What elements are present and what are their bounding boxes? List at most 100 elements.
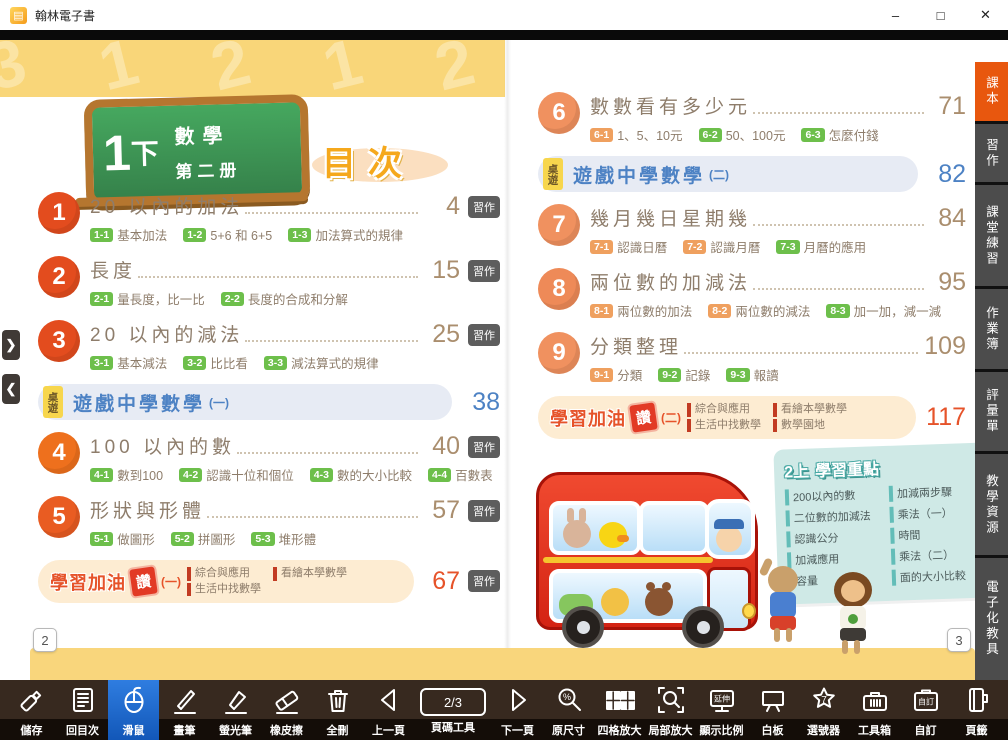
toc-section[interactable]: 4-2認識十位和個位 <box>179 465 294 484</box>
ebook-canvas: 31212 ❯ ❮ 1 下 數學 第二册 目次 120 以內的加法4習作1-1基… <box>0 40 1008 680</box>
toc-chapter-8[interactable]: 8兩位數的加減法958-1兩位數的加法8-2兩位數的減法8-3加一加，減一減 <box>538 268 966 320</box>
toc-boardgame[interactable]: 桌遊遊戲中學數學(一)38 <box>38 384 500 420</box>
maximize-button[interactable]: □ <box>918 0 963 30</box>
toc-review[interactable]: 學習加油讚(一)綜合與應用看繪本學數學生活中找數學67習作 <box>38 560 500 603</box>
toc-section[interactable]: 4-1數到100 <box>90 465 163 484</box>
section-number-badge: 1-2 <box>183 228 206 242</box>
toc-section[interactable]: 6-11、5、10元 <box>590 125 683 144</box>
section-number-badge: 4-4 <box>428 468 451 482</box>
tool-usb[interactable]: 儲存 <box>6 680 57 740</box>
toc-section[interactable]: 7-3月曆的應用 <box>776 237 866 256</box>
close-button[interactable]: ✕ <box>963 0 1008 30</box>
sidebar-tab-6[interactable]: 教學資源 <box>975 454 1008 555</box>
toc-chapter-6[interactable]: 6數數看有多少元716-11、5、10元6-250、100元6-3怎麼付錢 <box>538 92 966 144</box>
toc-chapter-9[interactable]: 9分類整理1099-1分類9-2記錄9-3報讀 <box>538 332 966 384</box>
section-label: 1、5、10元 <box>617 125 682 144</box>
toc-chapter-3[interactable]: 320 以內的減法25習作3-1基本減法3-2比比看3-3減法算式的規律 <box>38 320 500 372</box>
tool-next[interactable]: 下一頁 <box>492 680 543 740</box>
workbook-badge[interactable]: 習作 <box>468 570 500 592</box>
chapter-number-badge: 3 <box>38 320 80 362</box>
section-number-badge: 1-3 <box>288 228 311 242</box>
toc-section[interactable]: 9-2記錄 <box>658 365 710 384</box>
toc-section[interactable]: 7-2認識月曆 <box>683 237 760 256</box>
workbook-badge[interactable]: 習作 <box>468 260 500 282</box>
toc-chapter-5[interactable]: 5形狀與形體57習作5-1做圖形5-2拼圖形5-3堆形體 <box>38 496 500 548</box>
toc-section[interactable]: 9-1分類 <box>590 365 642 384</box>
sidebar-tab-7[interactable]: 電子化教具 <box>975 558 1008 680</box>
toc-section[interactable]: 9-3報讀 <box>726 365 778 384</box>
toc-section[interactable]: 4-4百數表 <box>428 465 493 484</box>
section-number-badge: 6-2 <box>699 128 722 142</box>
tool-pen[interactable]: 畫筆 <box>159 680 210 740</box>
toc-section[interactable]: 3-3減法算式的規律 <box>264 353 379 372</box>
toc-boardgame[interactable]: 桌遊遊戲中學數學(二)82 <box>538 156 966 192</box>
window-title: 翰林電子書 <box>35 7 95 24</box>
tool-trash[interactable]: 全刪 <box>312 680 363 740</box>
tool-mouse[interactable]: 滑鼠 <box>108 680 159 740</box>
tool-ratio[interactable]: 延伸顯示比例 <box>696 680 747 740</box>
bus-illustration <box>536 458 768 654</box>
toc-review[interactable]: 學習加油讚(二)綜合與應用看繪本學數學生活中找數學數學園地117 <box>538 396 966 439</box>
sidebar-tab-3[interactable]: 課堂練習 <box>975 185 1008 286</box>
tool-toolbox[interactable]: 工具箱 <box>849 680 900 740</box>
workbook-badge[interactable]: 習作 <box>468 324 500 346</box>
toc-section[interactable]: 6-3怎麼付錢 <box>801 125 878 144</box>
toc-chapter-2[interactable]: 2長度15習作2-1量長度，比一比2-2長度的合成和分解 <box>38 256 500 308</box>
sidebar-tab-2[interactable]: 習作 <box>975 124 1008 183</box>
toc-section[interactable]: 5-1做圖形 <box>90 529 155 548</box>
sidebar-tab-1[interactable]: 課本 <box>975 62 1008 121</box>
tool-fourgrid[interactable]: 四格放大 <box>594 680 645 740</box>
toc-section[interactable]: 2-1量長度，比一比 <box>90 289 205 308</box>
toc-chapter-7[interactable]: 7幾月幾日星期幾847-1認識日曆7-2認識月曆7-3月曆的應用 <box>538 204 966 256</box>
sidebar-tab-4[interactable]: 作業簿 <box>975 289 1008 369</box>
workbook-badge[interactable]: 習作 <box>468 196 500 218</box>
workbook-badge[interactable]: 習作 <box>468 436 500 458</box>
tool-highlighter[interactable]: 螢光筆 <box>210 680 261 740</box>
section-label: 比比看 <box>210 353 248 372</box>
tool-zoomarea[interactable]: 局部放大 <box>645 680 696 740</box>
panel-expand-button[interactable]: ❯ <box>2 330 20 360</box>
toc-section[interactable]: 2-2長度的合成和分解 <box>221 289 348 308</box>
tool-pagebox[interactable]: 2/3頁碼工具 <box>414 680 492 740</box>
toc-section[interactable]: 8-1兩位數的加法 <box>590 301 692 320</box>
page-indicator[interactable]: 2/3 <box>420 688 486 716</box>
section-label: 報讀 <box>754 365 779 384</box>
tool-eraser[interactable]: 橡皮擦 <box>261 680 312 740</box>
dotted-leader <box>753 287 924 290</box>
toc-section[interactable]: 1-3加法算式的規律 <box>288 225 403 244</box>
section-label: 堆形體 <box>279 529 317 548</box>
toc-section[interactable]: 4-3數的大小比較 <box>310 465 412 484</box>
chalkboard: 1 下 數學 第二册 <box>84 94 311 208</box>
minimize-button[interactable]: – <box>873 0 918 30</box>
toc-chapter-4[interactable]: 4100 以內的數40習作4-1數到1004-2認識十位和個位4-3數的大小比較… <box>38 432 500 484</box>
tool-origsize[interactable]: %原尺寸 <box>543 680 594 740</box>
tool-tabs[interactable]: 頁籤 <box>951 680 1002 740</box>
toc-section[interactable]: 8-2兩位數的減法 <box>708 301 810 320</box>
toc-section[interactable]: 5-2拼圖形 <box>171 529 236 548</box>
toc-section[interactable]: 6-250、100元 <box>699 125 786 144</box>
dotted-leader <box>684 351 918 354</box>
tool-custom[interactable]: 自訂自訂 <box>900 680 951 740</box>
toc-section[interactable]: 1-25+6 和 6+5 <box>183 225 272 244</box>
page-corner-label-right[interactable]: 3 <box>947 628 971 652</box>
chapter-title: 兩位數的加減法 <box>590 268 751 295</box>
tool-toc[interactable]: 回目次 <box>57 680 108 740</box>
tool-prev[interactable]: 上一頁 <box>363 680 414 740</box>
workbook-badge[interactable]: 習作 <box>468 500 500 522</box>
toc-chapter-1[interactable]: 120 以內的加法4習作1-1基本加法1-25+6 和 6+51-3加法算式的規… <box>38 192 500 244</box>
toc-section[interactable]: 5-3堆形體 <box>251 529 316 548</box>
panel-collapse-button[interactable]: ❮ <box>2 374 20 404</box>
toc-section[interactable]: 3-1基本減法 <box>90 353 167 372</box>
sidebar-tab-5[interactable]: 評量單 <box>975 372 1008 452</box>
highlight-item: 乘法（一） <box>889 504 984 523</box>
page-corner-label-left[interactable]: 2 <box>33 628 57 652</box>
chapter-title: 分類整理 <box>590 332 682 359</box>
toc-section[interactable]: 7-1認識日曆 <box>590 237 667 256</box>
tool-whiteboard[interactable]: 白板 <box>747 680 798 740</box>
section-label: 記錄 <box>685 365 710 384</box>
tool-picker[interactable]: 7選號器 <box>798 680 849 740</box>
toc-section[interactable]: 3-2比比看 <box>183 353 248 372</box>
toc-section[interactable]: 1-1基本加法 <box>90 225 167 244</box>
toc-section[interactable]: 8-3加一加，減一減 <box>826 301 941 320</box>
chapter-page-number: 57 <box>424 498 460 523</box>
